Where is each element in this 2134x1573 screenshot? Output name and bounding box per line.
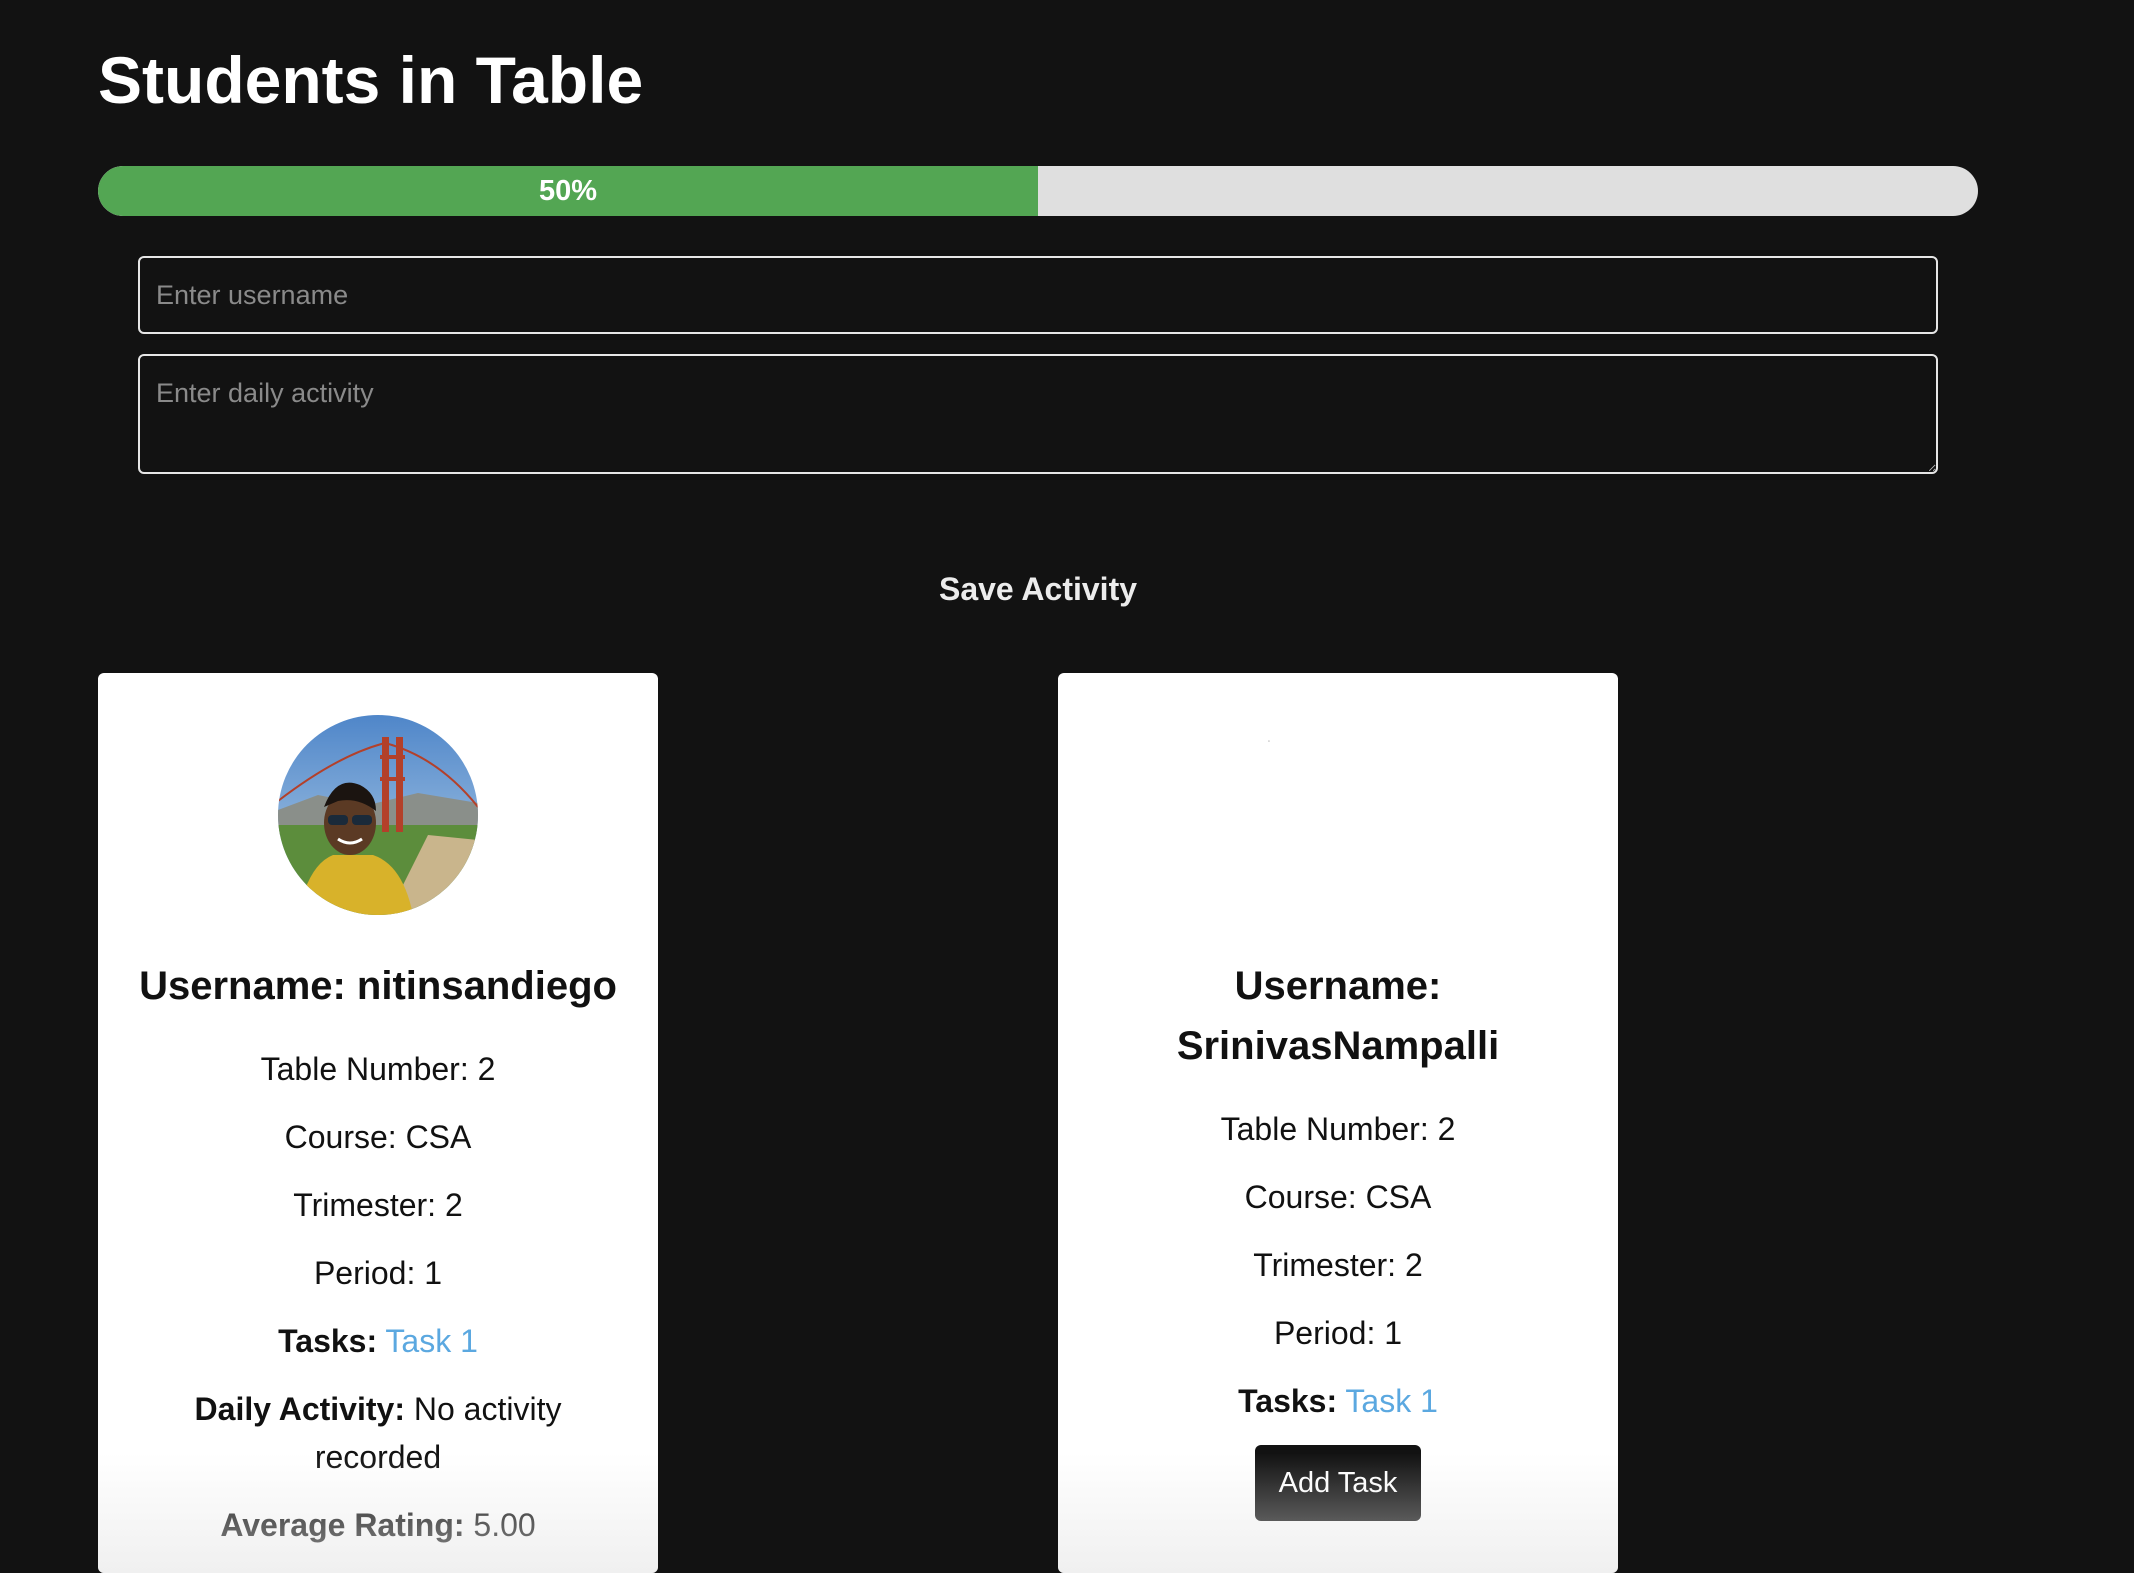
student-card: Username: nitinsandiego Table Number: 2 … — [98, 673, 658, 1573]
save-activity-button[interactable]: Save Activity — [860, 562, 1216, 616]
task-link[interactable]: Task 1 — [385, 1323, 477, 1359]
course: Course: CSA — [1244, 1179, 1432, 1215]
student-card: ▫ Username: SrinivasNampalli Table Numbe… — [1058, 673, 1618, 1573]
daily-activity-label: Daily Activity: — [194, 1391, 405, 1427]
card-username: Username: SrinivasNampalli — [1078, 956, 1598, 1076]
add-task-button[interactable]: Add Task — [1255, 1445, 1421, 1521]
trimester: Trimester: 2 — [293, 1187, 463, 1223]
period: Period: 1 — [313, 1255, 443, 1291]
trimester: Trimester: 2 — [1253, 1247, 1423, 1283]
daily-activity-row: Daily Activity: No activity recorded — [118, 1385, 638, 1481]
card-username-label: Username: — [1234, 964, 1442, 1008]
card-username-text: Username: nitinsandiego — [139, 964, 617, 1008]
username-input[interactable] — [138, 256, 1938, 334]
tasks-row: Tasks: Task 1 — [1078, 1377, 1598, 1425]
table-number: Table Number: 2 — [1220, 1111, 1456, 1147]
broken-image-icon: ▫ — [1267, 739, 1271, 745]
tasks-label: Tasks: — [1238, 1383, 1338, 1419]
period: Period: 1 — [1273, 1315, 1403, 1351]
tasks-label: Tasks: — [278, 1323, 378, 1359]
progress-label: 50% — [538, 174, 598, 207]
tasks-row: Tasks: Task 1 — [118, 1317, 638, 1365]
table-number: Table Number: 2 — [260, 1051, 496, 1087]
task-link[interactable]: Task 1 — [1345, 1383, 1437, 1419]
course: Course: CSA — [284, 1119, 472, 1155]
card-info: Table Number: 2 Course: CSA Trimester: 2… — [1078, 1105, 1598, 1521]
average-rating-label: Average Rating: — [220, 1507, 465, 1543]
avatar-photo — [278, 715, 478, 915]
progress-bar: 50% — [98, 166, 1978, 216]
average-rating-row: Average Rating: 5.00 — [118, 1501, 638, 1549]
card-username: Username: nitinsandiego — [118, 956, 638, 1016]
card-username-value: SrinivasNampalli — [1176, 1024, 1500, 1068]
daily-activity-textarea[interactable] — [138, 354, 1938, 474]
card-info: Table Number: 2 Course: CSA Trimester: 2… — [118, 1045, 638, 1569]
average-rating-value: 5.00 — [473, 1507, 536, 1543]
avatar — [278, 715, 478, 915]
page-title: Students in Table — [98, 43, 644, 117]
